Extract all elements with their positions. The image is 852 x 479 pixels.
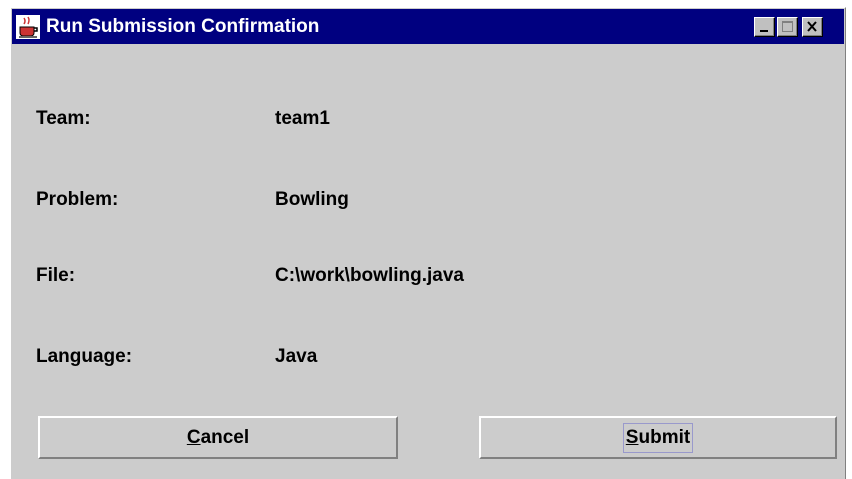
team-label: Team:: [36, 108, 91, 129]
close-icon[interactable]: [802, 17, 823, 37]
problem-label: Problem:: [36, 189, 119, 210]
file-value: C:\work\bowling.java: [275, 265, 464, 286]
title-bar[interactable]: Run Submission Confirmation: [12, 9, 844, 44]
language-label: Language:: [36, 346, 133, 367]
team-value: team1: [275, 108, 330, 129]
submit-button-label: Submit: [622, 422, 694, 453]
minimize-icon[interactable]: [754, 17, 775, 37]
java-cup-icon[interactable]: [16, 15, 40, 39]
window-title: Run Submission Confirmation: [46, 16, 320, 37]
submit-button[interactable]: Submit: [479, 416, 837, 459]
cancel-button-label: Cancel: [186, 426, 250, 448]
confirmation-window: Run Submission Confirmation Team: team1 …: [10, 7, 846, 479]
problem-value: Bowling: [275, 189, 349, 210]
cancel-button[interactable]: Cancel: [38, 416, 398, 459]
maximize-icon[interactable]: [777, 17, 798, 37]
file-label: File:: [36, 265, 76, 286]
language-value: Java: [275, 346, 318, 367]
